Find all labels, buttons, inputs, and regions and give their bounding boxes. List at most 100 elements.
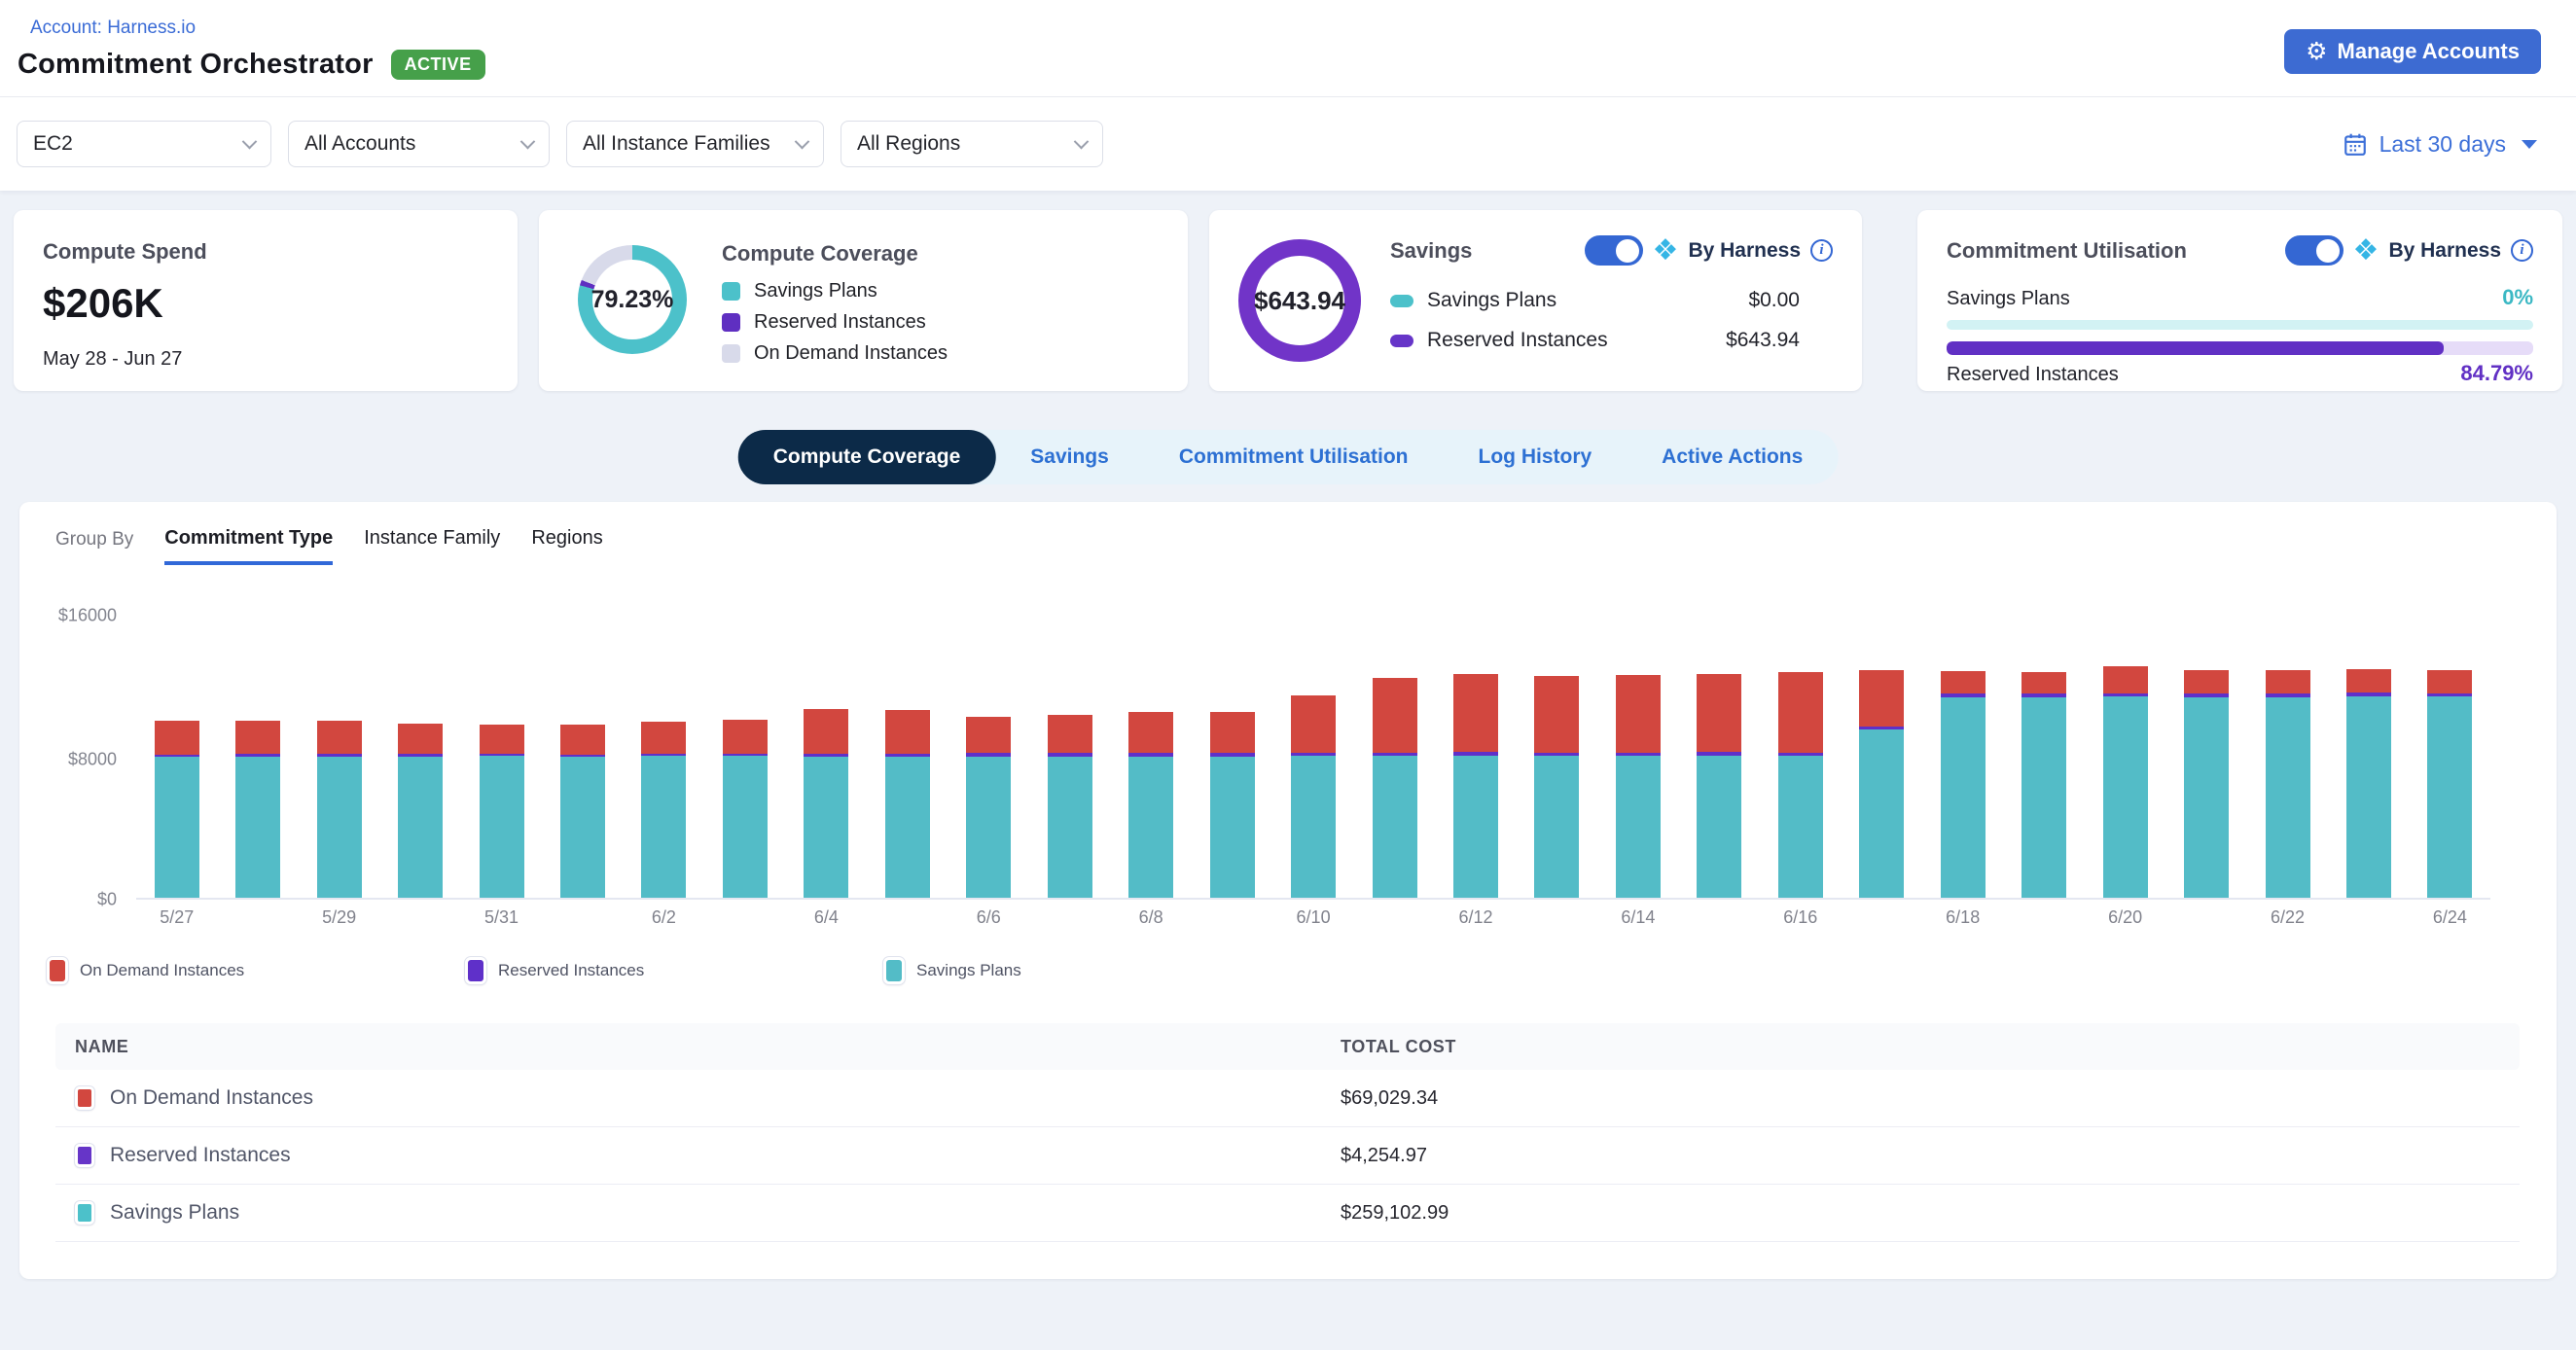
instance-families-dropdown[interactable]: All Instance Families — [566, 121, 824, 167]
manage-accounts-button[interactable]: ⚙ Manage Accounts — [2284, 29, 2541, 74]
group-by-option-instance-family[interactable]: Instance Family — [364, 527, 500, 561]
bar-segment-savings-plans — [1291, 756, 1336, 898]
bar-segment-savings-plans — [155, 757, 199, 898]
legend-swatch — [722, 313, 740, 332]
x-axis-label — [2003, 907, 2084, 928]
compute-spend-period: May 28 - Jun 27 — [43, 348, 488, 371]
stacked-bar-6/19 — [2021, 672, 2066, 898]
stacked-bar-5/30 — [398, 724, 443, 898]
harness-logo-icon: ❖ — [2353, 236, 2379, 266]
bar-slot-6/3 — [704, 616, 785, 898]
compute-coverage-card: 79.23% Compute Coverage Savings PlansRes… — [539, 210, 1188, 391]
tab-active-actions[interactable]: Active Actions — [1627, 430, 1838, 484]
regions-dropdown[interactable]: All Regions — [841, 121, 1103, 167]
savings-row-savings-plans: Savings Plans$0.00 — [1390, 289, 1833, 312]
accounts-dropdown-value: All Accounts — [304, 132, 415, 156]
chevron-down-icon — [795, 133, 810, 149]
bar-segment-on-demand-instances — [885, 710, 930, 754]
compute-spend-title: Compute Spend — [43, 239, 488, 265]
bar-slot-5/29 — [299, 616, 379, 898]
status-badge: ACTIVE — [391, 50, 485, 80]
x-axis-label: 6/6 — [948, 907, 1029, 928]
bar-slot-6/8 — [1110, 616, 1191, 898]
bar-slot-6/17 — [1842, 616, 1922, 898]
bar-segment-savings-plans — [317, 757, 362, 898]
stacked-bar-5/27 — [155, 721, 199, 898]
table-row-savings-plans[interactable]: Savings Plans$259,102.99 — [55, 1185, 2520, 1242]
bar-segment-on-demand-instances — [804, 709, 848, 754]
stacked-bar-6/18 — [1941, 671, 1986, 898]
savings-plans-utilisation-label: Savings Plans — [1947, 288, 2070, 310]
bar-segment-savings-plans — [966, 757, 1011, 898]
gear-icon: ⚙ — [2306, 40, 2327, 64]
x-axis-label: 6/4 — [786, 907, 867, 928]
tab-compute-coverage[interactable]: Compute Coverage — [738, 430, 996, 484]
bar-slot-6/1 — [542, 616, 623, 898]
service-dropdown[interactable]: EC2 — [17, 121, 271, 167]
tab-commitment-utilisation[interactable]: Commitment Utilisation — [1144, 430, 1444, 484]
bar-slot-6/7 — [1029, 616, 1110, 898]
by-harness-toggle[interactable] — [2285, 235, 2343, 266]
info-icon[interactable]: i — [1810, 239, 1833, 262]
reserved-instances-progress-bar — [1947, 341, 2533, 355]
table-row-on-demand-instances[interactable]: On Demand Instances$69,029.34 — [55, 1070, 2520, 1127]
bar-segment-savings-plans — [1859, 729, 1904, 898]
bar-segment-on-demand-instances — [1697, 674, 1741, 752]
chart-legend-item-savings-plans[interactable]: Savings Plans — [883, 957, 1302, 984]
bar-segment-on-demand-instances — [2427, 670, 2472, 693]
tab-savings[interactable]: Savings — [995, 430, 1144, 484]
bar-segment-on-demand-instances — [1128, 712, 1173, 753]
bar-slot-5/31 — [461, 616, 542, 898]
x-axis-label — [1517, 907, 1597, 928]
x-axis-label — [1029, 907, 1110, 928]
chevron-down-icon — [520, 133, 536, 149]
chart-legend-item-reserved-instances[interactable]: Reserved Instances — [465, 957, 883, 984]
stacked-bar-6/12 — [1453, 674, 1498, 898]
legend-label: Savings Plans — [916, 961, 1021, 980]
bar-segment-savings-plans — [1128, 757, 1173, 898]
bar-segment-on-demand-instances — [966, 717, 1011, 753]
by-harness-toggle[interactable] — [1585, 235, 1643, 266]
bar-segment-savings-plans — [1616, 756, 1661, 898]
compute-spend-value: $206K — [43, 280, 488, 327]
x-axis-label — [1192, 907, 1272, 928]
bar-segment-on-demand-instances — [2184, 670, 2229, 693]
group-by-option-regions[interactable]: Regions — [531, 527, 602, 561]
bar-segment-savings-plans — [1373, 756, 1417, 898]
legend-swatch — [722, 344, 740, 363]
y-axis-tick: $8000 — [33, 750, 117, 770]
bar-slot-6/12 — [1435, 616, 1516, 898]
bar-slot-5/30 — [379, 616, 460, 898]
bar-segment-on-demand-instances — [1778, 672, 1823, 753]
table-row-reserved-instances[interactable]: Reserved Instances$4,254.97 — [55, 1127, 2520, 1185]
account-breadcrumb-link[interactable]: Account: Harness.io — [30, 18, 2541, 39]
bar-slot-6/22 — [2247, 616, 2328, 898]
bar-slot-6/13 — [1517, 616, 1597, 898]
page-title: Commitment Orchestrator — [18, 49, 374, 81]
group-by-label: Group By — [55, 527, 133, 551]
bar-segment-on-demand-instances — [398, 724, 443, 754]
stacked-bar-6/14 — [1616, 675, 1661, 898]
date-range-picker[interactable]: Last 30 days — [2343, 131, 2537, 158]
bar-segment-on-demand-instances — [1291, 695, 1336, 753]
bar-segment-savings-plans — [1778, 756, 1823, 898]
bar-segment-savings-plans — [1941, 697, 1986, 898]
coverage-percent: 79.23% — [578, 245, 687, 354]
bar-segment-savings-plans — [2184, 697, 2229, 898]
bar-segment-on-demand-instances — [1453, 674, 1498, 752]
stacked-bar-6/21 — [2184, 670, 2229, 898]
bar-segment-on-demand-instances — [1859, 670, 1904, 727]
info-icon[interactable]: i — [2511, 239, 2533, 262]
accounts-dropdown[interactable]: All Accounts — [288, 121, 550, 167]
bar-segment-on-demand-instances — [1534, 676, 1579, 753]
reserved-instances-utilisation-label: Reserved Instances — [1947, 364, 2119, 386]
bar-segment-savings-plans — [1453, 756, 1498, 898]
filter-bar: EC2 All Accounts All Instance Families A… — [0, 97, 2576, 191]
bar-segment-on-demand-instances — [1616, 675, 1661, 753]
stacked-bar-6/15 — [1697, 674, 1741, 898]
chart-legend-item-on-demand-instances[interactable]: On Demand Instances — [47, 957, 465, 984]
tab-log-history[interactable]: Log History — [1444, 430, 1628, 484]
group-by-option-commitment-type[interactable]: Commitment Type — [164, 527, 333, 565]
stacked-bar-6/23 — [2346, 669, 2391, 898]
row-name: Reserved Instances — [110, 1144, 291, 1167]
